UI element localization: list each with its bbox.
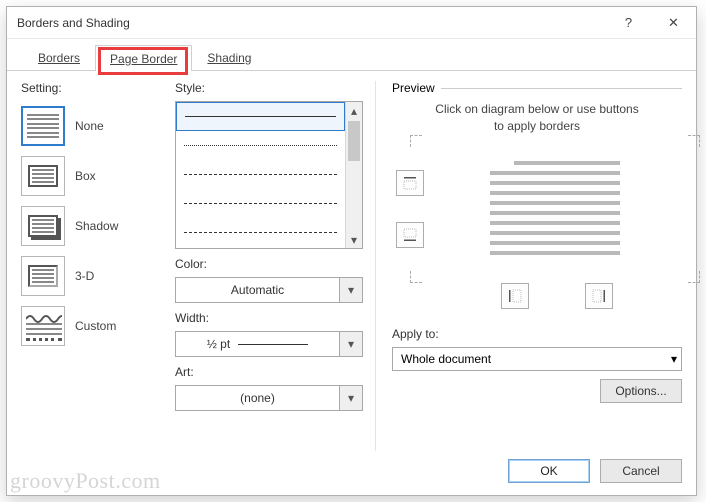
ok-button[interactable]: OK — [508, 459, 590, 483]
options-button[interactable]: Options... — [600, 379, 682, 403]
width-preview-line — [238, 344, 308, 345]
preview-panel: Preview Click on diagram below or use bu… — [375, 81, 682, 451]
style-dash-fine[interactable] — [176, 160, 345, 189]
style-dash-dot[interactable] — [176, 218, 345, 247]
setting-panel: Setting: None Box Shadow — [21, 81, 163, 451]
setting-3d[interactable]: 3-D — [21, 251, 163, 301]
style-listbox[interactable]: ▴ ▾ — [175, 101, 363, 249]
apply-to-value: Whole document — [401, 352, 491, 366]
tabstrip: Borders Page Border Shading — [7, 39, 696, 71]
border-top-button[interactable] — [396, 170, 424, 196]
tab-shading[interactable]: Shading — [192, 44, 266, 70]
scroll-thumb[interactable] — [348, 121, 360, 161]
apply-to-combo[interactable]: Whole document ▾ — [392, 347, 682, 371]
preview-diagram[interactable] — [428, 145, 682, 273]
style-list — [176, 102, 345, 248]
style-solid[interactable] — [176, 102, 345, 131]
setting-none-icon — [21, 106, 65, 146]
preview-area — [392, 145, 682, 273]
art-combo[interactable]: (none) — [175, 385, 339, 411]
preview-horizontal-buttons — [432, 283, 682, 309]
close-button[interactable]: ✕ — [651, 7, 696, 38]
setting-shadow-label: Shadow — [75, 219, 118, 233]
window-controls: ? ✕ — [606, 7, 696, 38]
chevron-down-icon: ▾ — [671, 352, 677, 366]
cancel-button[interactable]: Cancel — [600, 459, 682, 483]
style-panel: Style: ▴ ▾ Color: — [175, 81, 363, 451]
scroll-up-icon[interactable]: ▴ — [346, 102, 362, 119]
dialog-title: Borders and Shading — [17, 16, 130, 30]
width-label: Width: — [175, 311, 363, 325]
tab-borders[interactable]: Borders — [23, 44, 95, 70]
titlebar: Borders and Shading ? ✕ — [7, 7, 696, 39]
style-dash[interactable] — [176, 189, 345, 218]
apply-to-label: Apply to: — [392, 327, 682, 341]
width-value: ½ pt — [182, 337, 333, 351]
style-dotted[interactable] — [176, 131, 345, 160]
preview-divider — [441, 88, 682, 89]
art-dropdown-icon[interactable]: ▾ — [339, 385, 363, 411]
setting-custom[interactable]: Custom — [21, 301, 163, 351]
setting-box-icon — [21, 156, 65, 196]
style-scrollbar[interactable]: ▴ ▾ — [345, 102, 362, 248]
preview-vertical-buttons — [392, 170, 428, 248]
preview-hint: Click on diagram below or use buttons to… — [392, 101, 682, 135]
watermark: groovyPost.com — [10, 468, 161, 494]
setting-label: Setting: — [21, 81, 163, 95]
border-left-button[interactable] — [501, 283, 529, 309]
border-bottom-button[interactable] — [396, 222, 424, 248]
scroll-track[interactable] — [346, 163, 362, 231]
setting-custom-icon — [21, 306, 65, 346]
setting-3d-icon — [21, 256, 65, 296]
color-value: Automatic — [182, 283, 333, 297]
setting-none-label: None — [75, 119, 104, 133]
color-dropdown-icon[interactable]: ▾ — [339, 277, 363, 303]
border-right-button[interactable] — [585, 283, 613, 309]
dialog-content: Setting: None Box Shadow — [7, 71, 696, 451]
color-label: Color: — [175, 257, 363, 271]
art-value: (none) — [182, 391, 333, 405]
setting-box-label: Box — [75, 169, 96, 183]
apply-to-row: Apply to: Whole document ▾ — [392, 327, 682, 371]
setting-none[interactable]: None — [21, 101, 163, 151]
tab-page-border[interactable]: Page Border — [95, 45, 192, 71]
art-label: Art: — [175, 365, 363, 379]
borders-shading-dialog: Borders and Shading ? ✕ Borders Page Bor… — [6, 6, 697, 496]
dialog-footer: OK Cancel — [508, 459, 682, 483]
scroll-down-icon[interactable]: ▾ — [346, 231, 362, 248]
setting-shadow[interactable]: Shadow — [21, 201, 163, 251]
preview-label: Preview — [392, 81, 435, 95]
setting-box[interactable]: Box — [21, 151, 163, 201]
width-dropdown-icon[interactable]: ▾ — [339, 331, 363, 357]
setting-3d-label: 3-D — [75, 269, 94, 283]
setting-shadow-icon — [21, 206, 65, 246]
style-label: Style: — [175, 81, 363, 95]
setting-custom-label: Custom — [75, 319, 116, 333]
width-combo[interactable]: ½ pt — [175, 331, 339, 357]
help-button[interactable]: ? — [606, 7, 651, 38]
color-combo[interactable]: Automatic — [175, 277, 339, 303]
